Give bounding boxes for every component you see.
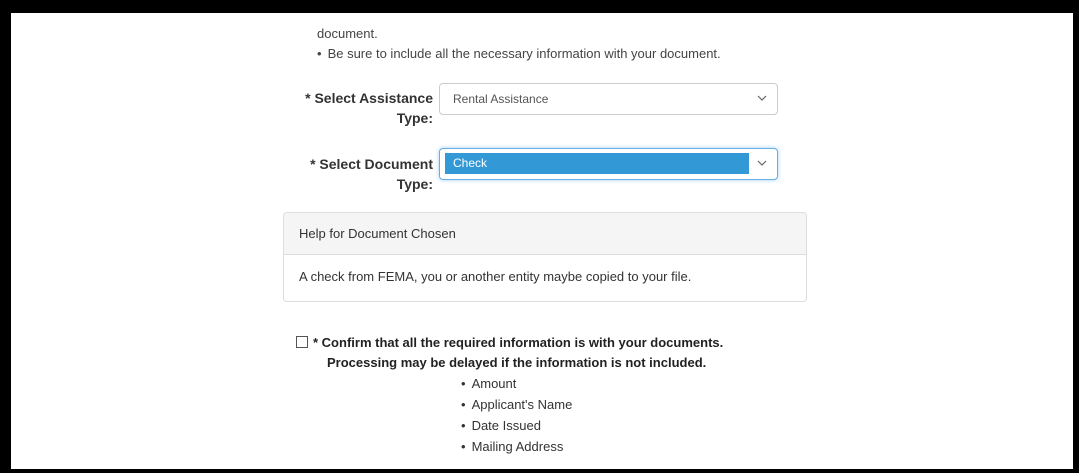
assistance-type-select[interactable]: Rental Assistance bbox=[439, 83, 778, 115]
document-type-value: Check bbox=[445, 153, 749, 174]
bullet-dot: • bbox=[461, 418, 466, 433]
chevron-down-icon bbox=[757, 160, 767, 166]
document-type-label: * Select Document Type: bbox=[301, 154, 433, 194]
confirm-line1: * Confirm that all the required informat… bbox=[313, 335, 724, 350]
list-item: • Mailing Address bbox=[461, 436, 572, 457]
list-item: • Date Issued bbox=[461, 415, 572, 436]
intro-bullet: • Be sure to include all the necessary in… bbox=[317, 46, 721, 61]
required-items-list: • Amount • Applicant's Name • Date Issued •… bbox=[461, 373, 572, 457]
list-item-text: Applicant's Name bbox=[471, 397, 573, 412]
bullet-dot: • bbox=[461, 397, 466, 412]
document-type-select[interactable]: Check bbox=[439, 148, 778, 180]
help-panel: Help for Document Chosen A check from FE… bbox=[283, 212, 807, 302]
page-content: document. • Be sure to include all the ne… bbox=[11, 13, 1073, 469]
list-item: • Applicant's Name bbox=[461, 394, 572, 415]
bullet-dot: • bbox=[461, 439, 466, 454]
help-panel-heading: Help for Document Chosen bbox=[284, 213, 806, 255]
intro-text-tail: document. bbox=[317, 26, 378, 41]
document-type-label-line2: Type: bbox=[396, 176, 433, 192]
confirm-line2: Processing may be delayed if the informa… bbox=[327, 355, 707, 370]
assistance-type-label-line1: * Select Assistance bbox=[305, 90, 433, 106]
help-panel-body: A check from FEMA, you or another entity… bbox=[299, 269, 692, 284]
list-item-text: Date Issued bbox=[471, 418, 541, 433]
bullet-dot: • bbox=[461, 376, 466, 391]
checkbox-icon[interactable] bbox=[296, 336, 308, 348]
document-type-label-line1: * Select Document bbox=[310, 156, 433, 172]
assistance-type-value: Rental Assistance bbox=[453, 92, 549, 106]
list-item-text: Amount bbox=[471, 376, 517, 391]
intro-bullet-text: Be sure to include all the necessary inf… bbox=[327, 46, 721, 61]
chevron-down-icon bbox=[757, 95, 767, 101]
assistance-type-label-line2: Type: bbox=[396, 110, 433, 126]
list-item-text: Mailing Address bbox=[471, 439, 564, 454]
bullet-dot: • bbox=[317, 46, 322, 61]
confirm-label[interactable]: * Confirm that all the required informat… bbox=[313, 333, 813, 370]
assistance-type-label: * Select Assistance Type: bbox=[301, 88, 433, 128]
list-item: • Amount bbox=[461, 373, 572, 394]
